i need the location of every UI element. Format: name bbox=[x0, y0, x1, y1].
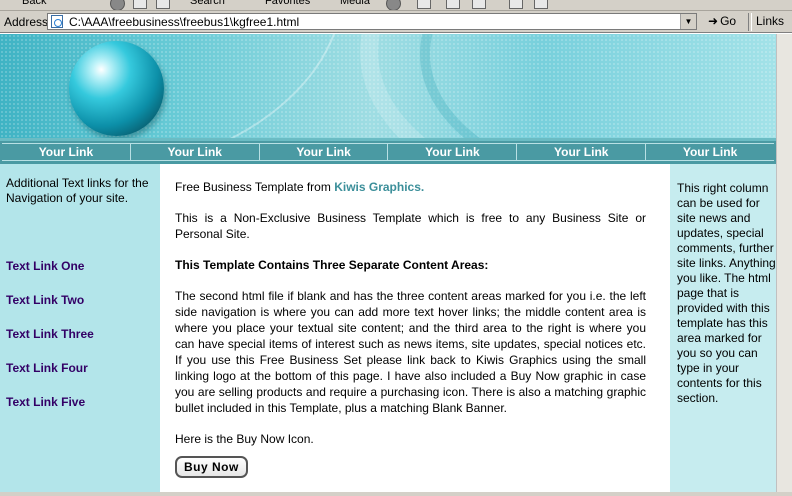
sidebar-link-three[interactable]: Text Link Three bbox=[6, 327, 94, 341]
search-button[interactable]: Search bbox=[190, 0, 225, 8]
nav-link-5[interactable]: Your Link bbox=[517, 144, 647, 160]
links-button[interactable]: Links bbox=[756, 14, 784, 28]
page-viewport: Your Link Your Link Your Link Your Link … bbox=[0, 34, 776, 494]
messenger-icon[interactable] bbox=[534, 0, 548, 9]
left-sidebar: Additional Text links for the Navigation… bbox=[0, 164, 160, 494]
sphere-logo bbox=[69, 41, 164, 136]
paragraph-description: This is a Non-Exclusive Business Templat… bbox=[175, 211, 646, 241]
toolbar-separator bbox=[748, 13, 752, 31]
nav-link-2[interactable]: Your Link bbox=[131, 144, 260, 160]
intro-period: . bbox=[420, 180, 425, 194]
status-strip bbox=[0, 492, 792, 496]
sidebar-link-one[interactable]: Text Link One bbox=[6, 259, 84, 273]
nav-link-6[interactable]: Your Link bbox=[646, 144, 774, 160]
nav-link-1[interactable]: Your Link bbox=[2, 144, 131, 160]
go-arrow-icon: ➜ bbox=[708, 14, 719, 28]
intro-line: Free Business Template from Kiwis Graphi… bbox=[175, 179, 646, 195]
sidebar-link-four[interactable]: Text Link Four bbox=[6, 361, 88, 375]
refresh-icon[interactable] bbox=[133, 0, 147, 9]
back-button[interactable]: Back bbox=[22, 0, 46, 8]
address-bar: Address C:\AAA\freebusiness\freebus1\kgf… bbox=[0, 11, 792, 34]
kiwis-graphics-link[interactable]: Kiwis Graphics bbox=[334, 180, 421, 194]
home-icon[interactable] bbox=[156, 0, 170, 9]
go-button[interactable]: ➜ Go bbox=[708, 14, 736, 28]
content-heading: This Template Contains Three Separate Co… bbox=[175, 258, 489, 272]
main-content: Free Business Template from Kiwis Graphi… bbox=[160, 164, 670, 494]
paragraph-details: The second html file if blank and has th… bbox=[175, 289, 646, 415]
page-icon bbox=[51, 15, 63, 28]
discuss-icon[interactable] bbox=[509, 0, 523, 9]
vertical-scrollbar[interactable] bbox=[776, 34, 792, 494]
address-url[interactable]: C:\AAA\freebusiness\freebus1\kgfree1.htm… bbox=[69, 15, 299, 29]
print-icon[interactable] bbox=[446, 0, 460, 9]
right-sidebar: This right column can be used for site n… bbox=[670, 164, 776, 494]
stop-icon[interactable] bbox=[110, 0, 125, 10]
top-navigation: Your Link Your Link Your Link Your Link … bbox=[0, 138, 776, 164]
favorites-button[interactable]: Favorites bbox=[265, 0, 310, 8]
header-banner bbox=[0, 34, 776, 138]
sidebar-link-five[interactable]: Text Link Five bbox=[6, 395, 85, 409]
chevron-down-icon[interactable]: ▼ bbox=[680, 14, 696, 29]
sidebar-link-two[interactable]: Text Link Two bbox=[6, 293, 84, 307]
browser-toolbar: Back Search Favorites Media bbox=[0, 0, 792, 11]
address-label: Address bbox=[4, 15, 49, 29]
banner-arc bbox=[360, 34, 776, 138]
history-icon[interactable] bbox=[386, 0, 401, 10]
mail-icon[interactable] bbox=[417, 0, 431, 9]
intro-text: Free Business Template from bbox=[175, 180, 331, 194]
buy-now-intro: Here is the Buy Now Icon. bbox=[175, 432, 314, 446]
sidebar-intro: Additional Text links for the Navigation… bbox=[6, 176, 149, 205]
media-button[interactable]: Media bbox=[340, 0, 370, 8]
nav-link-3[interactable]: Your Link bbox=[260, 144, 389, 160]
go-label: Go bbox=[720, 14, 737, 28]
buy-now-button[interactable]: Buy Now bbox=[175, 456, 248, 478]
edit-icon[interactable] bbox=[472, 0, 486, 9]
right-column-text: This right column can be used for site n… bbox=[677, 181, 776, 405]
address-input[interactable]: C:\AAA\freebusiness\freebus1\kgfree1.htm… bbox=[47, 13, 697, 30]
nav-link-4[interactable]: Your Link bbox=[388, 144, 518, 160]
